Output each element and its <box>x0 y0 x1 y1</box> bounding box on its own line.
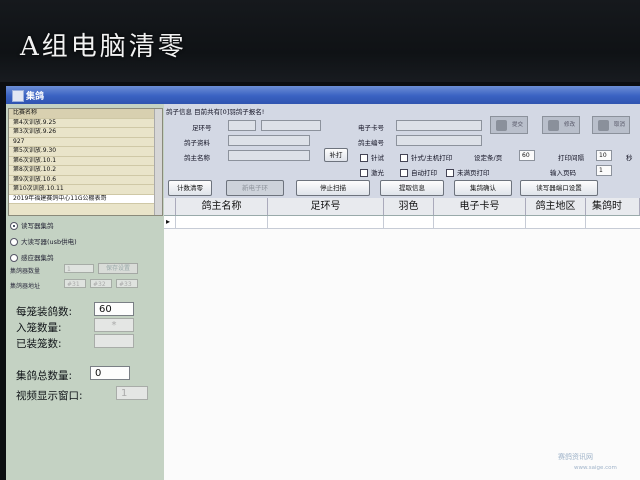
fetch-info-button[interactable]: 提取信息 <box>380 180 444 196</box>
collector-count-input[interactable]: 1 <box>64 264 94 273</box>
clear-count-button[interactable]: 计数清零 <box>168 180 212 196</box>
race-list-header: 比赛名称 <box>9 109 159 119</box>
submit-icon <box>496 120 507 131</box>
list-item[interactable]: 第5次训放.9.30 <box>9 147 159 157</box>
laser-checkbox[interactable]: 激光 <box>360 167 384 177</box>
owner-number-input[interactable] <box>396 135 482 146</box>
radio-sensor-collect[interactable]: 感应器集鸽 <box>10 252 54 262</box>
app-icon <box>12 90 24 102</box>
list-item[interactable]: 第6次训放.10.1 <box>9 157 159 166</box>
radio-checked-icon <box>10 222 18 230</box>
col-feather-color[interactable]: 羽色 <box>384 198 434 215</box>
per-cage-label: 每笼装鸽数: <box>16 306 73 318</box>
ring-label: 足环号 <box>192 124 212 132</box>
grid-header: 鸽主名称 足环号 羽色 电子卡号 鸽主地区 集鸽时 <box>164 198 640 216</box>
loaded-cages-input <box>94 334 134 348</box>
radio-icon <box>10 254 18 262</box>
needle-print-checkbox[interactable]: 针式/主机打印 <box>400 152 452 162</box>
collector-address-input-3[interactable]: #33 <box>116 279 138 288</box>
pigeon-grid[interactable]: 鸽主名称 足环号 羽色 电子卡号 鸽主地区 集鸽时 ▸ <box>164 198 640 480</box>
modify-button[interactable]: 修改 <box>542 116 580 134</box>
list-item[interactable]: 第8次训放.10.2 <box>9 166 159 176</box>
collector-address-input-1[interactable]: #31 <box>64 279 86 288</box>
radio-reader-collect[interactable]: 读写器集鸽 <box>10 220 54 230</box>
list-item[interactable]: 第4次训放.9.25 <box>9 119 159 128</box>
watermark-logo: 赛鸽资讯网 <box>558 453 593 461</box>
owner-name-input[interactable] <box>228 150 310 161</box>
ring-prefix-input[interactable] <box>228 120 256 131</box>
auto-print-checkbox[interactable]: 自动打印 <box>400 167 437 177</box>
total-collected-input[interactable]: 0 <box>90 366 130 380</box>
col-ring-number[interactable]: 足环号 <box>268 198 384 215</box>
list-item[interactable]: 第10次训放.10.11 <box>9 185 159 195</box>
pigeon-info-label: 鸽子资料 <box>184 139 210 147</box>
in-cage-input: * <box>94 318 134 332</box>
input-page-label: 输入页码 <box>550 169 576 177</box>
app-window: 集鸽 比赛名称 第4次训放.9.25 第3次训放.9.26 927 第5次训放.… <box>6 86 640 480</box>
ring-number-input[interactable] <box>261 120 321 131</box>
per-page-input[interactable]: 60 <box>519 150 535 161</box>
radio-big-reader[interactable]: 大读写器(usb供电) <box>10 236 77 246</box>
print-interval-label: 打印间隔 <box>558 154 584 162</box>
stop-scan-button[interactable]: 停止扫描 <box>296 180 370 196</box>
checkbox-icon <box>400 154 408 162</box>
collector-count-label: 集鸽器数量 <box>10 268 41 275</box>
needle-test-checkbox[interactable]: 针试 <box>360 152 384 162</box>
window-title: 集鸽 <box>26 92 45 102</box>
per-cage-input[interactable]: 60 <box>94 302 134 316</box>
section-title: 鸽子信息 目前共有[0]羽鸽子报名! <box>166 108 265 116</box>
checkbox-icon <box>360 169 368 177</box>
in-cage-label: 入笼数量: <box>16 322 62 334</box>
modify-icon <box>548 120 559 131</box>
watermark-url: www.saige.com <box>574 465 617 471</box>
print-interval-input[interactable]: 10 <box>596 150 612 161</box>
col-chip-number[interactable]: 电子卡号 <box>434 198 526 215</box>
input-page-input[interactable]: 1 <box>596 165 612 176</box>
submit-button[interactable]: 提交 <box>490 116 528 134</box>
list-item-selected[interactable]: 2019年福建赛鸽中心11G公棚表哥 <box>9 194 159 204</box>
save-settings-button[interactable]: 保存设置 <box>98 263 138 274</box>
pigeon-info-input[interactable] <box>228 135 310 146</box>
left-panel: 比赛名称 第4次训放.9.25 第3次训放.9.26 927 第5次训放.9.3… <box>6 104 164 480</box>
col-owner-name[interactable]: 鸽主名称 <box>176 198 268 215</box>
grid-corner <box>164 198 176 215</box>
reprint-button[interactable]: 补打 <box>324 148 348 162</box>
per-page-label: 设定条/页 <box>474 154 503 162</box>
reader-port-settings-button[interactable]: 读写器端口设置 <box>520 180 598 196</box>
cancel-button[interactable]: 取消 <box>592 116 630 134</box>
col-owner-region[interactable]: 鸽主地区 <box>526 198 586 215</box>
owner-name-label: 鸽主名称 <box>184 154 210 162</box>
video-window-label: 视频显示窗口: <box>16 390 83 402</box>
list-item[interactable]: 第3次训放.9.26 <box>9 128 159 138</box>
confirm-collect-button[interactable]: 集鸽确认 <box>454 180 512 196</box>
list-scrollbar[interactable] <box>154 109 162 215</box>
checkbox-icon <box>400 169 408 177</box>
race-name-list[interactable]: 比赛名称 第4次训放.9.25 第3次训放.9.26 927 第5次训放.9.3… <box>8 108 163 216</box>
chip-number-input[interactable] <box>396 120 482 131</box>
interval-unit: 秒 <box>626 154 633 162</box>
col-collect-time[interactable]: 集鸽时 <box>586 198 640 215</box>
chip-number-label: 电子卡号 <box>358 124 384 132</box>
checkbox-icon <box>446 169 454 177</box>
cancel-icon <box>598 120 609 131</box>
collector-address-input-2[interactable]: #32 <box>90 279 112 288</box>
total-collected-label: 集鸽总数量: <box>16 370 73 382</box>
photo-caption: A组电脑清零 <box>20 32 187 62</box>
owner-number-label: 鸽主编号 <box>358 139 384 147</box>
collector-address-label: 集鸽器地址 <box>10 283 41 290</box>
table-row[interactable]: ▸ <box>164 216 640 229</box>
list-item[interactable]: 927 <box>9 138 159 147</box>
unfull-page-print-checkbox[interactable]: 未满页打印 <box>446 167 490 177</box>
pigeon-info-form: 鸽子信息 目前共有[0]羽鸽子报名! 足环号 鸽子资料 鸽主名称 补打 电子卡号… <box>164 104 640 198</box>
checkbox-icon <box>360 154 368 162</box>
loaded-cages-label: 已装笼数: <box>16 338 62 350</box>
window-titlebar[interactable]: 集鸽 <box>6 86 640 104</box>
radio-icon <box>10 238 18 246</box>
video-window-input[interactable]: 1 <box>116 386 148 400</box>
list-item[interactable]: 第9次训放.10.6 <box>9 176 159 185</box>
new-chip-ring-button[interactable]: 新电子环 <box>226 180 284 196</box>
